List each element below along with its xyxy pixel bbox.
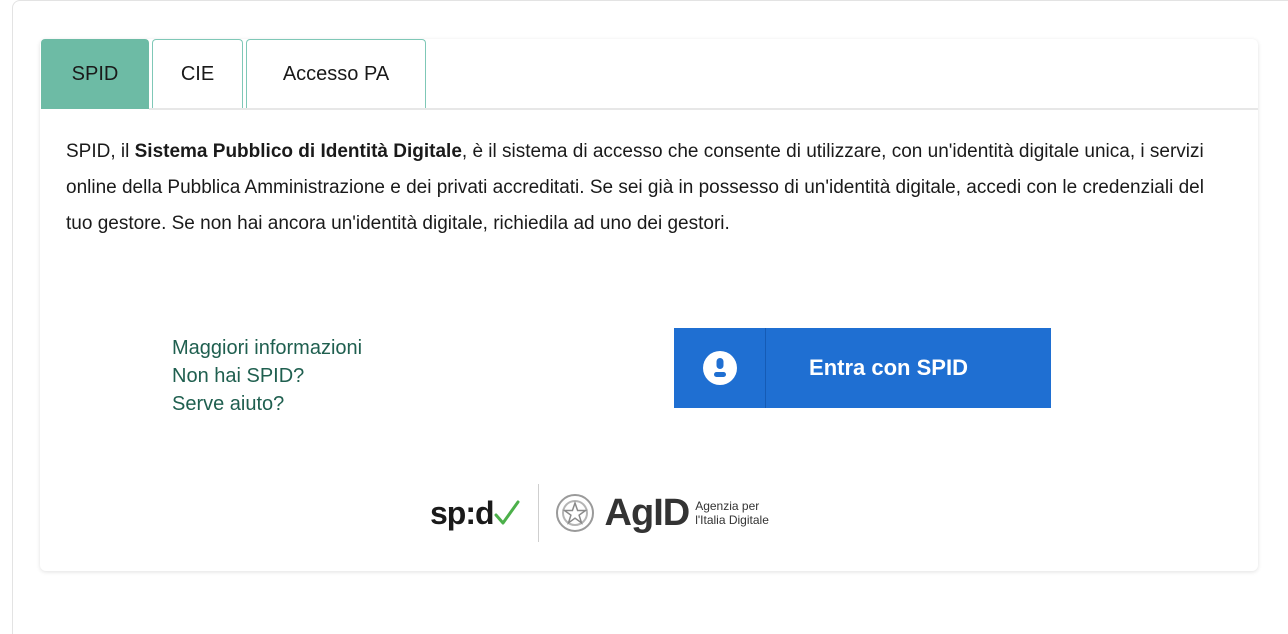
spid-button-label: Entra con SPID bbox=[809, 355, 968, 380]
spid-logo-text: sp:d bbox=[430, 494, 495, 531]
italian-emblem-icon bbox=[555, 494, 594, 532]
help-link[interactable]: Serve aiuto? bbox=[172, 390, 362, 418]
spid-button-icon-area bbox=[674, 328, 766, 408]
tab-spid[interactable]: SPID bbox=[41, 39, 149, 109]
tab-cie[interactable]: CIE bbox=[152, 39, 243, 109]
help-links: Maggiori informazioni Non hai SPID? Serv… bbox=[172, 334, 362, 418]
user-icon bbox=[702, 351, 737, 385]
tab-divider bbox=[149, 108, 1258, 110]
auth-tabs: SPID CIE Accesso PA bbox=[41, 39, 426, 109]
description-prefix: SPID, il bbox=[66, 141, 135, 162]
spid-description: SPID, il Sistema Pubblico di Identità Di… bbox=[66, 134, 1226, 242]
more-info-link[interactable]: Maggiori informazioni bbox=[172, 334, 362, 362]
logo-separator bbox=[537, 484, 539, 542]
agid-subtitle-line1: Agenzia per bbox=[695, 499, 760, 513]
spid-logo: sp:d bbox=[430, 495, 520, 532]
agid-logo-text: AgID bbox=[604, 491, 691, 534]
no-spid-link[interactable]: Non hai SPID? bbox=[172, 362, 362, 390]
tab-cie-label: CIE bbox=[180, 63, 215, 85]
check-icon bbox=[494, 500, 520, 525]
description-bold: Sistema Pubblico di Identità Digitale bbox=[134, 141, 462, 162]
agid-subtitle-line2: l'Italia Digitale bbox=[695, 513, 769, 527]
entra-con-spid-button[interactable]: Entra con SPID bbox=[674, 328, 1051, 408]
tab-spid-label: SPID bbox=[71, 63, 119, 85]
tab-accesso-pa-label: Accesso PA bbox=[282, 63, 390, 85]
footer-logos: sp:d AgID Agenzia per l'Italia Digitale bbox=[430, 482, 769, 544]
tab-accesso-pa[interactable]: Accesso PA bbox=[246, 39, 426, 109]
agid-subtitle: Agenzia per l'Italia Digitale bbox=[695, 499, 769, 527]
